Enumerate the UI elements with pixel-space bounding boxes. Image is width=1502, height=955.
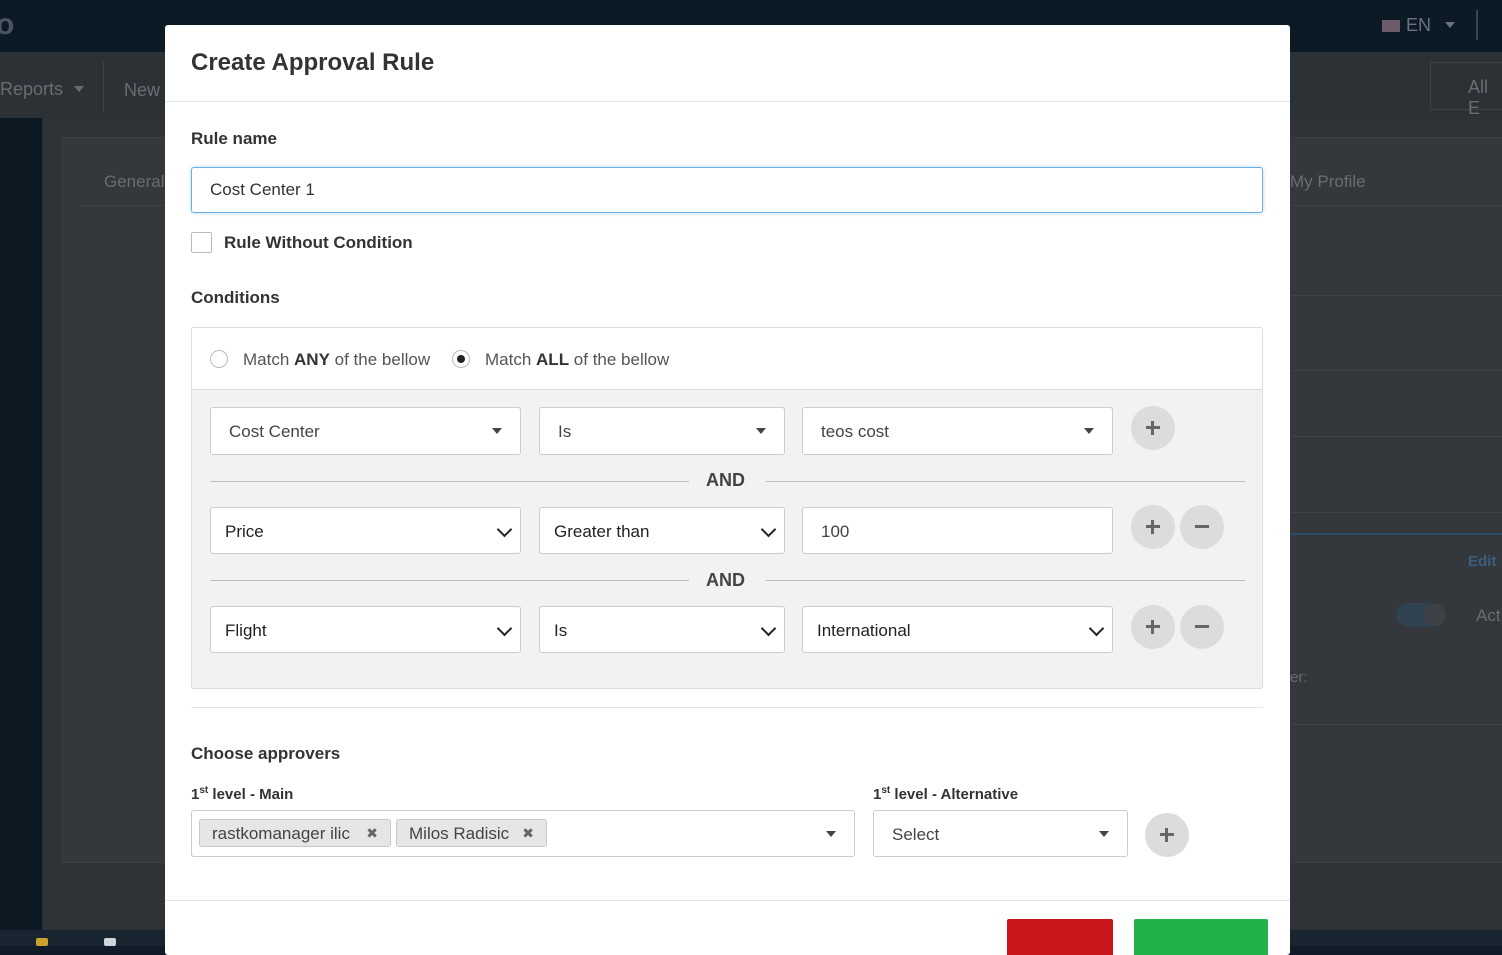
caret-down-icon: [826, 831, 836, 837]
match-any-label: Match ANY of the bellow: [243, 350, 431, 369]
sidebar: [0, 118, 42, 930]
add-condition-button[interactable]: [1131, 605, 1175, 649]
chevron-down-icon: [760, 521, 777, 538]
and-divider-left: [210, 481, 689, 482]
remove-approver-icon[interactable]: ✖: [522, 825, 534, 842]
taskbar-explorer-icon[interactable]: [36, 938, 48, 946]
taskbar-app-icon[interactable]: [104, 938, 116, 946]
modal-header: Create Approval Rule: [165, 25, 1290, 102]
condition-3-value-select[interactable]: International: [802, 606, 1113, 653]
chevron-down-icon: [496, 521, 513, 538]
row-divider: [1290, 295, 1502, 296]
chevron-down-icon: [496, 620, 513, 637]
save-button[interactable]: [1134, 919, 1268, 955]
remove-condition-button[interactable]: [1180, 505, 1224, 549]
flag-icon: [1382, 20, 1400, 32]
panel-border: [1290, 533, 1502, 535]
modal-footer-divider: [165, 900, 1290, 901]
minus-icon: [1195, 525, 1209, 528]
and-connector: AND: [706, 470, 745, 490]
condition-2-field-select[interactable]: Price: [210, 507, 521, 554]
condition-3-operator-select[interactable]: Is: [539, 606, 785, 653]
and-divider-right: [766, 481, 1245, 482]
match-mode-bar: Match ANY of the bellow Match ALL of the…: [192, 328, 1262, 390]
and-divider-right: [766, 580, 1245, 581]
level-alternative-label: 1st level - Alternative: [873, 785, 1019, 803]
condition-1-field-select[interactable]: Cost Center: [210, 407, 521, 455]
create-approval-rule-modal: Create Approval Rule Rule name Rule With…: [165, 25, 1290, 955]
tab-my-profile[interactable]: My Profile: [1290, 172, 1366, 192]
caret-down-icon: [74, 86, 84, 92]
tab-general[interactable]: General: [104, 172, 164, 192]
caret-down-icon: [756, 428, 766, 434]
row-divider: [1290, 370, 1502, 371]
edit-link[interactable]: Edit: [1468, 553, 1496, 570]
rule-without-condition-checkbox[interactable]: [191, 232, 212, 253]
row-divider: [1290, 436, 1502, 437]
toggle-knob: [1424, 604, 1446, 626]
and-divider-left: [210, 580, 689, 581]
remove-condition-button[interactable]: [1180, 605, 1224, 649]
field-label: er:: [1290, 669, 1308, 686]
caret-down-icon: [1099, 831, 1109, 837]
add-approver-level-button[interactable]: [1145, 813, 1189, 857]
row-divider: [1290, 512, 1502, 513]
row-divider: [1290, 724, 1502, 725]
add-condition-button[interactable]: [1131, 406, 1175, 450]
chevron-down-icon: [760, 620, 777, 637]
caret-down-icon: [492, 428, 502, 434]
conditions-label: Conditions: [191, 288, 280, 307]
caret-down-icon: [1084, 428, 1094, 434]
language-selector[interactable]: EN: [1382, 15, 1431, 36]
app-logo: o: [0, 8, 15, 41]
condition-2-value-input[interactable]: 100: [802, 507, 1113, 554]
approver-tag: Milos Radisic ✖: [396, 819, 547, 847]
section-divider: [191, 707, 1263, 708]
modal-title: Create Approval Rule: [191, 49, 435, 76]
nav-item-new[interactable]: New: [124, 80, 160, 101]
add-condition-button[interactable]: [1131, 505, 1175, 549]
chevron-down-icon: [1088, 620, 1105, 637]
rule-without-condition-label: Rule Without Condition: [224, 233, 413, 252]
and-connector: AND: [706, 570, 745, 590]
condition-1-operator-select[interactable]: Is: [539, 407, 785, 455]
remove-approver-icon[interactable]: ✖: [366, 825, 378, 842]
nav-divider: [103, 62, 104, 112]
choose-approvers-label: Choose approvers: [191, 744, 341, 763]
condition-3-field-select[interactable]: Flight: [210, 606, 521, 653]
condition-1-value-select[interactable]: teos cost: [802, 407, 1113, 455]
conditions-panel: Match ANY of the bellow Match ALL of the…: [191, 327, 1263, 689]
alternative-approver-select[interactable]: Select: [873, 810, 1128, 857]
active-label: Act: [1476, 606, 1501, 625]
rule-name-input[interactable]: [191, 167, 1263, 213]
condition-2-operator-select[interactable]: Greater than: [539, 507, 785, 554]
nav-filter-label: All E: [1468, 77, 1489, 118]
match-all-label: Match ALL of the bellow: [485, 350, 670, 369]
match-all-radio[interactable]: [452, 350, 470, 368]
match-any-radio[interactable]: [210, 350, 228, 368]
caret-down-icon: [1445, 22, 1455, 28]
nav-item-reports[interactable]: Reports: [0, 79, 63, 100]
cancel-button[interactable]: [1007, 919, 1113, 955]
minus-icon: [1195, 625, 1209, 628]
approver-tag: rastkomanager ilic ✖: [199, 819, 391, 847]
main-approvers-select[interactable]: rastkomanager ilic ✖ Milos Radisic ✖: [191, 810, 855, 857]
rule-name-label: Rule name: [191, 129, 277, 148]
language-label: EN: [1406, 15, 1432, 35]
header-divider: [1476, 10, 1478, 40]
level-main-label: 1st level - Main: [191, 785, 294, 803]
